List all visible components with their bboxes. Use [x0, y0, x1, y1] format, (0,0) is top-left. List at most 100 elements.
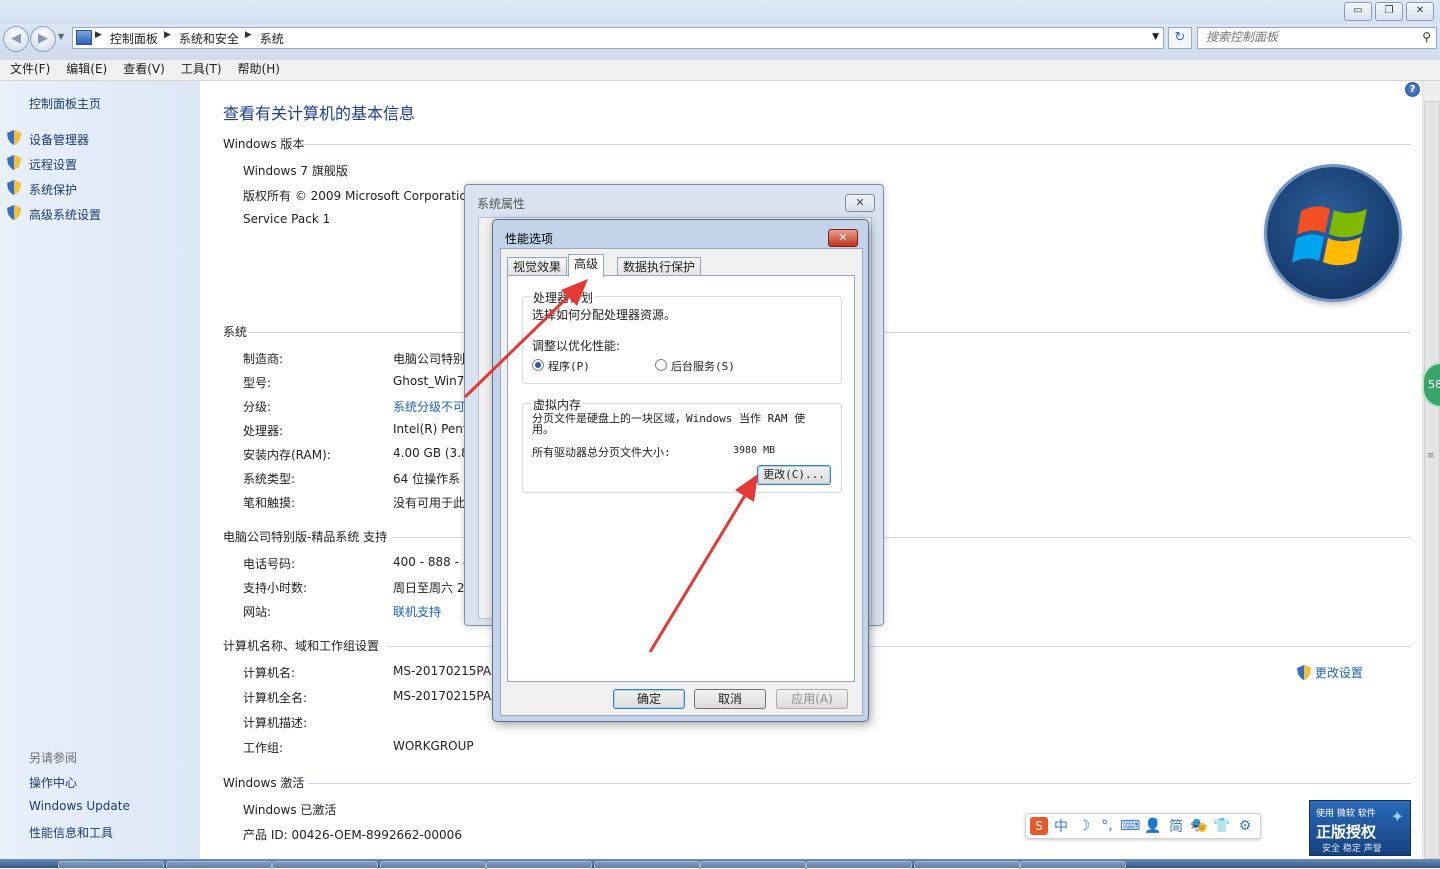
forward-button[interactable]: ▶	[30, 26, 56, 52]
sidebar-item-device-manager[interactable]: 设备管理器	[29, 131, 89, 148]
sidebar-item-system-protection[interactable]: 系统保护	[29, 181, 77, 198]
close-icon[interactable]: ✕	[828, 229, 858, 247]
tab-dep[interactable]: 数据执行保护	[617, 257, 702, 276]
shield-icon	[7, 155, 21, 170]
tab-advanced[interactable]: 高级	[568, 254, 605, 277]
menu-bar: 文件(F) 编辑(E) 查看(V) 工具(T) 帮助(H)	[0, 60, 1440, 81]
search-icon[interactable]: ⚲	[1422, 30, 1431, 44]
badge-big-text: 正版授权	[1316, 823, 1377, 841]
chevron-right-icon[interactable]: ▶	[164, 30, 171, 47]
shield-icon	[7, 205, 21, 220]
online-support-link[interactable]: 联机支持	[393, 603, 441, 620]
tab-visual-effects[interactable]: 视觉效果	[507, 257, 568, 276]
ime-skin-icon[interactable]: 🎭	[1189, 818, 1209, 834]
see-also-heading: 另请参阅	[29, 751, 78, 765]
ime-settings-icon[interactable]: ⚙	[1235, 818, 1255, 834]
ime-moon-icon[interactable]: ☽	[1074, 818, 1094, 834]
breadcrumb-system[interactable]: 系统	[260, 30, 284, 47]
info-value: 4.00 GB (3.8	[393, 446, 469, 460]
info-value: 64 位操作系	[393, 472, 461, 486]
info-value: Intel(R) Pent	[393, 422, 468, 436]
edition-name: Windows 7 旗舰版	[243, 164, 348, 178]
info-value: 电脑公司特别	[393, 352, 466, 366]
close-icon[interactable]: ✕	[845, 194, 875, 212]
ok-button[interactable]: 确定	[613, 689, 685, 709]
sidebar-item-performance-info[interactable]: 性能信息和工具	[29, 824, 113, 841]
vm-total-label: 所有驱动器总分页文件大小:	[532, 446, 671, 459]
help-icon[interactable]: ?	[1405, 82, 1420, 97]
address-field[interactable]: ▶ 控制面板 ▶ 系统和安全 ▶ 系统 ▼	[72, 27, 1164, 49]
ime-toolbar: S 中 ☽ °, ⌨ 👤 简 🎭 👕 ⚙	[1025, 813, 1261, 839]
ime-simplified-icon[interactable]: 简	[1166, 816, 1186, 836]
sidebar-home-link[interactable]: 控制面板主页	[29, 95, 101, 112]
menu-view[interactable]: 查看(V)	[123, 60, 165, 80]
recent-pages-icon[interactable]: ▼	[58, 32, 64, 41]
virtual-memory-group: 虚拟内存 分页文件是硬盘上的一块区域，Windows 当作 RAM 使用。 所有…	[522, 396, 842, 493]
product-id: 产品 ID: 00426-OEM-8992662-00006	[243, 828, 462, 842]
info-label: 支持小时数:	[243, 581, 308, 595]
genuine-microsoft-badge[interactable]: 使用 微软 软件 正版授权 安全 稳定 声誉 ✦	[1309, 800, 1411, 856]
radio-label[interactable]: 后台服务(S)	[671, 360, 735, 373]
scrollbar-thumb[interactable]	[1424, 101, 1440, 859]
radio-button[interactable]	[655, 359, 667, 371]
group-title: 虚拟内存	[531, 396, 584, 413]
back-button[interactable]: ◀	[3, 26, 29, 52]
info-label: 计算机描述:	[243, 716, 308, 730]
section-edition-title: Windows 版本	[223, 137, 305, 151]
menu-file[interactable]: 文件(F)	[10, 60, 50, 80]
windows-flag-icon	[1292, 206, 1367, 266]
ime-user-icon[interactable]: 👤	[1143, 818, 1163, 834]
info-value: MS-20170215PAA	[393, 664, 500, 678]
sidebar-item-remote-settings[interactable]: 远程设置	[29, 156, 77, 173]
minimize-button[interactable]: ▭	[1344, 2, 1372, 21]
ime-punctuation-icon[interactable]: °,	[1097, 818, 1117, 834]
shield-icon	[7, 130, 21, 145]
page-title: 查看有关计算机的基本信息	[223, 104, 416, 123]
rating-link[interactable]: 系统分级不可	[393, 398, 465, 415]
cancel-button[interactable]: 取消	[694, 689, 766, 709]
breadcrumb-system-security[interactable]: 系统和安全	[179, 30, 239, 47]
vertical-scrollbar[interactable]: ≡	[1422, 81, 1440, 859]
sidebar-item-windows-update[interactable]: Windows Update	[29, 799, 130, 813]
group-title: 处理器计划	[531, 289, 596, 306]
info-label: 系统类型:	[243, 472, 296, 486]
section-computer-title: 计算机名称、域和工作组设置	[223, 639, 380, 653]
apply-button[interactable]: 应用(A)	[776, 689, 848, 709]
info-label: 制造商:	[243, 352, 284, 366]
performance-options-dialog: 性能选项 ✕ 视觉效果 高级 数据执行保护 处理器计划 选择如何分配处理器资源。…	[492, 219, 869, 722]
chevron-right-icon[interactable]: ▶	[95, 30, 102, 47]
edition-copyright: 版权所有 © 2009 Microsoft Corporatic	[243, 189, 466, 203]
info-label: 安装内存(RAM):	[243, 448, 331, 462]
ime-keyboard-icon[interactable]: ⌨	[1120, 818, 1140, 834]
breadcrumb-control-panel[interactable]: 控制面板	[110, 30, 158, 47]
radio-label[interactable]: 程序(P)	[548, 360, 590, 373]
close-button[interactable]: ✕	[1406, 2, 1434, 21]
radio-programs[interactable]: 程序(P)	[532, 358, 590, 374]
info-label: 计算机全名:	[243, 691, 308, 705]
change-vm-button[interactable]: 更改(C)...	[757, 465, 831, 485]
ime-chinese-mode[interactable]: 中	[1051, 816, 1071, 836]
search-box[interactable]: ⚲	[1197, 27, 1437, 49]
radio-button-checked[interactable]	[532, 359, 544, 371]
info-label: 处理器:	[243, 424, 284, 438]
sogou-logo-icon[interactable]: S	[1030, 817, 1048, 835]
menu-tools[interactable]: 工具(T)	[181, 60, 222, 80]
menu-edit[interactable]: 编辑(E)	[66, 60, 107, 80]
search-input[interactable]	[1198, 28, 1406, 46]
badge-tiny-text: 安全 稳定 声誉	[1322, 844, 1382, 854]
shield-icon	[7, 180, 21, 195]
change-settings-label[interactable]: 更改设置	[1315, 666, 1363, 680]
radio-background-services[interactable]: 后台服务(S)	[655, 358, 735, 374]
restore-button[interactable]: ❐	[1375, 2, 1403, 21]
chevron-down-icon[interactable]: ▼	[1152, 32, 1159, 42]
info-label: 工作组:	[243, 741, 284, 755]
sidebar-item-action-center[interactable]: 操作中心	[29, 774, 77, 791]
grip-icon: ≡	[1427, 451, 1435, 461]
chevron-right-icon[interactable]: ▶	[245, 30, 252, 47]
section-system-title: 系统	[223, 325, 248, 339]
sidebar-item-advanced-settings[interactable]: 高级系统设置	[29, 206, 101, 223]
ime-shirt-icon[interactable]: 👕	[1212, 818, 1232, 834]
change-settings-link[interactable]: 更改设置	[1297, 664, 1363, 681]
refresh-icon[interactable]: ↻	[1168, 27, 1192, 49]
menu-help[interactable]: 帮助(H)	[238, 60, 280, 80]
